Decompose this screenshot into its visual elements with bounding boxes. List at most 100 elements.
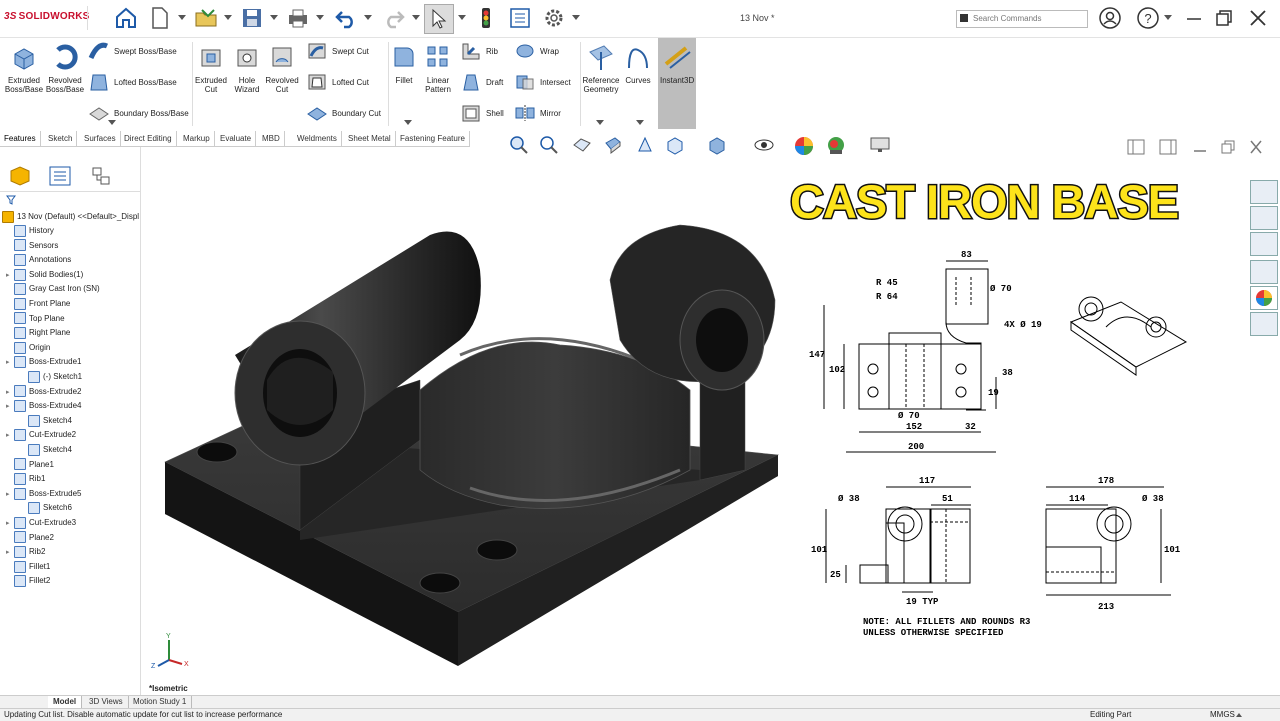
boundary-boss-button[interactable]: Boundary Boss/Base (88, 102, 189, 124)
task-pane-view-palette-icon[interactable] (1250, 260, 1278, 284)
undo-icon[interactable] (332, 4, 360, 32)
rib-button[interactable]: Rib (460, 40, 498, 62)
tab-3d-views[interactable]: 3D Views (84, 696, 129, 708)
save-icon[interactable] (238, 4, 266, 32)
edit-appearance-icon[interactable] (793, 135, 815, 157)
tree-root[interactable]: 13 Nov (Default) <<Default>_Displ (2, 210, 139, 224)
display-style-icon[interactable] (707, 135, 727, 155)
tab-motion-study-1[interactable]: Motion Study 1 (128, 696, 193, 708)
tab-markup[interactable]: Markup (179, 131, 215, 146)
chevron-up-icon[interactable] (1236, 713, 1242, 717)
tree-item[interactable]: Fillet1 (6, 560, 50, 574)
apply-scene-icon[interactable] (825, 135, 847, 157)
minimize-window-icon[interactable] (1180, 4, 1208, 32)
new-document-icon[interactable] (146, 4, 174, 32)
property-manager-tab-icon[interactable] (48, 165, 72, 187)
shell-button[interactable]: Shell (460, 102, 504, 124)
file-properties-icon[interactable] (506, 4, 534, 32)
chevron-down-icon[interactable] (458, 15, 466, 20)
viewport-close-icon[interactable] (1247, 139, 1265, 155)
task-pane-home-icon[interactable] (1250, 180, 1278, 204)
options-gear-icon[interactable] (540, 4, 568, 32)
tree-item[interactable]: ▸ Boss-Extrude1 (6, 355, 81, 369)
filter-icon[interactable] (6, 195, 16, 205)
restore-window-icon[interactable] (1210, 4, 1238, 32)
tree-item[interactable]: ▸ Boss-Extrude4 (6, 399, 81, 413)
tile-right-icon[interactable] (1159, 139, 1177, 155)
extruded-cut-button[interactable]: Extruded Cut (194, 42, 228, 94)
extruded-boss-button[interactable]: Extruded Boss/Base (4, 42, 44, 94)
print-icon[interactable] (284, 4, 312, 32)
chevron-down-icon[interactable] (178, 15, 186, 20)
task-pane-file-explorer-icon[interactable] (1250, 232, 1278, 256)
graphics-viewport[interactable]: Y X Z 83 R 45 R 64 Ø 70 4X Ø 19 147 102 … (141, 136, 1280, 695)
expand-arrow-icon[interactable]: ▸ (6, 429, 14, 443)
instant3d-button[interactable]: Instant3D (658, 38, 696, 129)
lofted-boss-button[interactable]: Lofted Boss/Base (88, 71, 177, 93)
tree-item[interactable]: (-) Sketch1 (20, 370, 82, 384)
feature-manager-tab-icon[interactable] (8, 165, 32, 187)
tree-item[interactable]: Sensors (6, 239, 58, 253)
chevron-down-icon[interactable] (316, 15, 324, 20)
linear-pattern-button[interactable]: Linear Pattern (420, 42, 456, 94)
tab-sheet-metal[interactable]: Sheet Metal (344, 131, 396, 146)
tree-item[interactable]: History (6, 224, 54, 238)
tree-item[interactable]: ▸ Cut-Extrude2 (6, 428, 76, 442)
tile-left-icon[interactable] (1127, 139, 1145, 155)
task-pane-appearances-icon[interactable] (1250, 286, 1278, 310)
solidworks-logo[interactable]: 3S SOLIDWORKS (4, 11, 90, 22)
expand-arrow-icon[interactable]: ▸ (6, 356, 14, 370)
select-arrow-icon[interactable] (424, 4, 454, 34)
chevron-down-icon[interactable] (108, 120, 116, 125)
tree-item[interactable]: ▸ Solid Bodies(1) (6, 268, 83, 282)
viewport-minimize-icon[interactable] (1191, 139, 1209, 155)
swept-boss-button[interactable]: Swept Boss/Base (88, 40, 177, 62)
tab-direct-editing[interactable]: Direct Editing (120, 131, 177, 146)
tree-item[interactable]: Plane2 (6, 531, 54, 545)
reference-geometry-button[interactable]: Reference Geometry (582, 42, 620, 94)
close-window-icon[interactable] (1244, 4, 1272, 32)
draft-button[interactable]: Draft (460, 71, 503, 93)
tree-item[interactable]: Rib1 (6, 472, 45, 486)
revolved-cut-button[interactable]: Revolved Cut (264, 42, 300, 94)
tree-item[interactable]: Front Plane (6, 297, 70, 311)
intersect-button[interactable]: Intersect (514, 71, 571, 93)
user-account-icon[interactable] (1096, 4, 1124, 32)
chevron-down-icon[interactable] (270, 15, 278, 20)
zoom-to-area-icon[interactable] (539, 135, 559, 155)
revolved-boss-button[interactable]: Revolved Boss/Base (44, 42, 86, 94)
swept-cut-button[interactable]: Swept Cut (306, 40, 369, 62)
tab-weldments[interactable]: Weldments (293, 131, 342, 146)
tree-item[interactable]: Top Plane (6, 312, 65, 326)
chevron-down-icon[interactable] (596, 120, 604, 125)
tree-item[interactable]: ▸ Boss-Extrude2 (6, 385, 81, 399)
tree-item[interactable]: Fillet2 (6, 574, 50, 588)
task-pane-custom-properties-icon[interactable] (1250, 312, 1278, 336)
boundary-cut-button[interactable]: Boundary Cut (306, 102, 381, 124)
tab-features[interactable]: Features (0, 131, 41, 146)
zoom-to-fit-icon[interactable] (509, 135, 529, 155)
tree-item[interactable]: Right Plane (6, 326, 70, 340)
view-orientation-icon[interactable] (665, 135, 685, 155)
tree-item[interactable]: ▸ Cut-Extrude3 (6, 516, 76, 530)
tree-item[interactable]: Sketch6 (20, 501, 72, 515)
expand-arrow-icon[interactable]: ▸ (6, 386, 14, 400)
tree-item[interactable]: Sketch4 (20, 414, 72, 428)
redo-icon[interactable] (380, 4, 408, 32)
expand-arrow-icon[interactable]: ▸ (6, 546, 14, 560)
expand-arrow-icon[interactable]: ▸ (6, 269, 14, 283)
search-commands-input[interactable]: Search Commands (956, 10, 1088, 28)
previous-view-icon[interactable] (571, 135, 593, 155)
curves-button[interactable]: Curves (622, 42, 654, 85)
wrap-button[interactable]: Wrap (514, 40, 559, 62)
tab-surfaces[interactable]: Surfaces (80, 131, 121, 146)
configuration-manager-tab-icon[interactable] (90, 165, 114, 187)
expand-arrow-icon[interactable]: ▸ (6, 488, 14, 502)
tab-fastening-feature[interactable]: Fastening Feature (396, 131, 470, 146)
task-pane-design-library-icon[interactable] (1250, 206, 1278, 230)
hole-wizard-button[interactable]: Hole Wizard (230, 42, 264, 94)
tree-item[interactable]: Gray Cast Iron (SN) (6, 282, 100, 296)
chevron-down-icon[interactable] (364, 15, 372, 20)
tab-mbd[interactable]: MBD (258, 131, 285, 146)
fillet-button[interactable]: Fillet (392, 42, 416, 85)
